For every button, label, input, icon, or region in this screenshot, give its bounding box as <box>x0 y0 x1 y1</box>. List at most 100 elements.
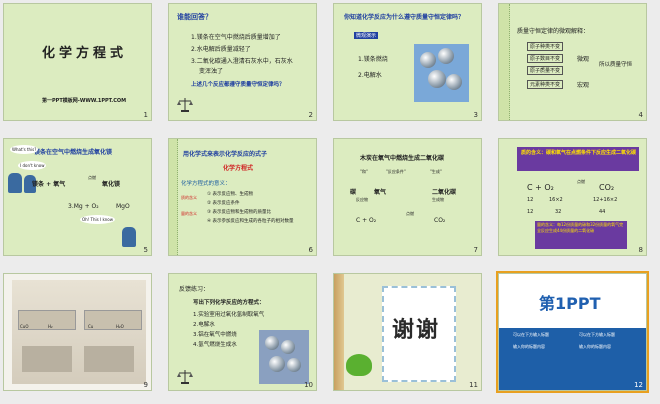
slide-question: 上述几个反应都遵守质量守恒定律吗？ <box>191 82 285 88</box>
equation-text: CO₂ <box>599 183 615 192</box>
slide-heading: 谁能回答？ <box>177 13 212 21</box>
tag-label: 微观演示 <box>354 32 379 39</box>
mass-value: 32 <box>555 209 562 215</box>
list-item: 3.铝在氧气中燃烧 <box>193 332 237 338</box>
condition-label: 点燃 <box>406 211 414 216</box>
slide-thumb-11[interactable]: 谢谢 11 <box>333 273 482 391</box>
info-line: 可以在下方输入标题 <box>513 332 549 337</box>
brace-label: 所以质量守恒 <box>599 62 633 68</box>
frog-icon <box>346 354 372 376</box>
decor-strip <box>169 139 178 255</box>
equation-text: C + O₂ <box>356 217 377 224</box>
mass-value: 12+16×2 <box>593 197 618 203</box>
slide-heading: 镁条在空气中燃烧生成氧化镁 <box>34 149 113 156</box>
slide-thumb-7[interactable]: 木炭在氧气中燃烧生成二氧化碳 "和" "反应条件" "生成" 碳 氧气 二氧化碳… <box>333 138 482 256</box>
brand-logo: 第1PPT <box>539 294 601 313</box>
slide-subtitle: 写出下列化学反应的方程式： <box>193 300 265 306</box>
meaning-label: 量的含义 <box>181 211 197 216</box>
slide-thumb-9[interactable]: CuO H₂ Cu H₂O 9 <box>3 273 152 391</box>
photo-image <box>12 280 146 384</box>
word-label: 碳 <box>350 189 357 196</box>
slide-thumb-8[interactable]: 质的含义：碳和氧气在点燃条件下反应生成二氧化碳 C + O₂ 点燃 CO₂ 12… <box>498 138 647 256</box>
condition-label: 点燃 <box>577 179 585 184</box>
photo-label: H₂ <box>48 324 53 329</box>
equation-text: C + O₂ <box>527 183 554 192</box>
slide-number: 11 <box>469 381 478 389</box>
list-item: ④ 表示参加反应和生成的各粒子的相对数量 <box>207 219 294 224</box>
list-item: 2.电解水 <box>193 322 215 328</box>
condition-label: 点燃 <box>88 175 96 180</box>
equation-text: 镁条 + 氧气 <box>32 181 66 188</box>
slide-heading: 木炭在氧气中燃烧生成二氧化碳 <box>360 155 445 162</box>
row-box: 元素种类不变 <box>527 80 564 89</box>
list-item: 2.水电解后质量减轻了 <box>191 46 251 53</box>
list-item: 变浑浊了 <box>199 68 224 75</box>
info-line: 输入你的标题内容 <box>513 344 545 349</box>
info-line: 可以在下方输入标题 <box>579 332 615 337</box>
slide-thumb-6[interactable]: 用化学式来表示化学反应的式子 化学方程式 化学方程式的意义： 质的含义 量的含义… <box>168 138 317 256</box>
slide-thumb-3[interactable]: 你知道化学反应为什么遵守质量守恒定律吗？ 微观演示 1.镁条燃烧 2.电解水 3 <box>333 3 482 121</box>
slide-heading: 反馈练习： <box>179 286 210 293</box>
annotation: 生成物 <box>432 197 444 202</box>
brace-label: 宏观 <box>577 82 590 89</box>
list-item: 2.电解水 <box>358 72 382 79</box>
slide-heading: 你知道化学反应为什么遵守质量守恒定律吗？ <box>344 14 465 21</box>
slide-thumb-2[interactable]: 谁能回答？ 1.镁条在空气中燃烧后质量增加了 2.水电解后质量减轻了 3.二氧化… <box>168 3 317 121</box>
mass-value: 12 <box>527 197 534 203</box>
row-box: 原子种类不变 <box>527 42 564 51</box>
person-icon <box>8 173 22 193</box>
photo-label: H₂O <box>116 324 124 329</box>
slide-heading: 质量守恒定律的微观解释： <box>517 28 590 35</box>
mass-value: 44 <box>599 209 606 215</box>
slide-number: 3 <box>473 111 478 119</box>
annotation: "和" <box>360 169 368 174</box>
list-item: 4.氢气燃烧生成水 <box>193 342 237 348</box>
row-box: 原子数目不变 <box>527 54 564 63</box>
photo-label: Cu <box>88 324 94 329</box>
word-label: 氧气 <box>374 189 387 196</box>
list-item: ② 表示反应条件 <box>207 201 240 206</box>
slide-thumb-4[interactable]: 质量守恒定律的微观解释： 原子种类不变 原子数目不变 原子质量不变 微观 所以质… <box>498 3 647 121</box>
slide-number: 10 <box>304 381 313 389</box>
slide-number: 12 <box>634 381 643 389</box>
slide-title: 化学方程式 <box>42 46 128 61</box>
slide-thumb-10[interactable]: 反馈练习： 写出下列化学反应的方程式： 1.实验室用过氧化氢制取氧气 2.电解水… <box>168 273 317 391</box>
list-item: 3.二氧化碳通入澄清石灰水中，石灰水 <box>191 58 293 65</box>
mass-value: 16×2 <box>549 197 563 203</box>
meaning-label: 质的含义 <box>181 195 197 200</box>
equation-text: 3.Mg + O₂ <box>68 203 99 210</box>
equation-text: MgO <box>116 203 130 210</box>
balance-scale-icon <box>177 96 193 112</box>
slide-subtitle: 化学方程式 <box>223 165 254 172</box>
slide-heading: 用化学式来表示化学反应的式子 <box>183 151 268 158</box>
slide-thumb-5[interactable]: 镁条在空气中燃烧生成氧化镁 What's this? I don't know … <box>3 138 152 256</box>
balance-scale-icon <box>177 368 193 384</box>
slide-number: 1 <box>143 111 148 119</box>
slide-thumb-1[interactable]: 化学方程式 第一PPT模板网-WWW.1PPT.COM 1 <box>3 3 152 121</box>
slide-footer: 第一PPT模板网-WWW.1PPT.COM <box>42 98 127 104</box>
slide-number: 2 <box>308 111 313 119</box>
row-box: 原子质量不变 <box>527 66 564 75</box>
slide-number: 7 <box>473 246 478 254</box>
speech-bubble: Oh! This I know <box>80 215 116 224</box>
slide-title: 谢谢 <box>392 318 441 343</box>
annotation: "反应条件" <box>386 169 406 174</box>
annotation: 反应物 <box>356 197 368 202</box>
slide-heading: 质的含义：碳和氧气在点燃条件下反应生成二氧化碳 <box>521 150 637 156</box>
slide-number: 8 <box>638 246 643 254</box>
equation-text: 氧化镁 <box>102 181 121 188</box>
equation-text: CO₂ <box>434 217 446 224</box>
mass-value: 12 <box>527 209 534 215</box>
decor-strip <box>499 4 510 120</box>
word-label: 二氧化碳 <box>432 189 457 196</box>
slide-number: 5 <box>143 246 148 254</box>
person-icon <box>122 227 136 247</box>
molecule-image <box>414 44 469 102</box>
speech-bubble: I don't know <box>18 161 47 170</box>
annotation: "生成" <box>430 169 442 174</box>
slide-thumb-12[interactable]: 第1PPT 可以在下方输入标题 输入你的标题内容 可以在下方输入标题 输入你的标… <box>496 271 649 393</box>
slide-number: 6 <box>308 246 313 254</box>
intro-text: 化学方程式的意义： <box>181 181 231 187</box>
slide-number: 4 <box>638 111 643 119</box>
slide-number: 9 <box>143 381 148 389</box>
